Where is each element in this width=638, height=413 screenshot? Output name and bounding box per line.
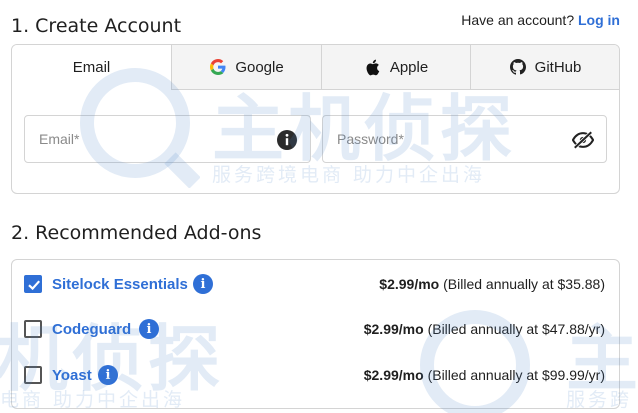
tab-email-label: Email xyxy=(72,59,111,76)
tab-github-label: GitHub xyxy=(534,58,582,76)
price-value: $2.99/mo xyxy=(363,321,424,337)
list-item: Yoast i $2.99/mo (Billed annually at $99… xyxy=(12,360,619,390)
tab-google[interactable]: Google xyxy=(171,45,321,90)
tab-apple-label: Apple xyxy=(389,58,429,76)
email-input[interactable] xyxy=(39,131,239,147)
have-account-prompt: Have an account? Log in xyxy=(461,12,620,28)
apple-icon xyxy=(364,58,382,76)
codeguard-price: $2.99/mo (Billed annually at $47.88/yr) xyxy=(364,321,605,337)
billing-note: (Billed annually at $35.88) xyxy=(443,276,605,292)
info-icon[interactable]: i xyxy=(139,319,159,339)
eye-off-icon[interactable] xyxy=(572,129,594,151)
codeguard-checkbox[interactable] xyxy=(24,320,42,338)
google-icon xyxy=(209,58,227,76)
tab-email[interactable]: Email xyxy=(12,45,171,90)
tab-google-label: Google xyxy=(235,58,284,76)
tab-apple[interactable]: Apple xyxy=(321,45,470,90)
password-input[interactable] xyxy=(337,131,537,147)
codeguard-label[interactable]: Codeguard xyxy=(52,321,131,338)
yoast-checkbox[interactable] xyxy=(24,366,42,384)
email-field[interactable] xyxy=(24,115,311,163)
list-item: Codeguard i $2.99/mo (Billed annually at… xyxy=(12,314,619,344)
password-field[interactable] xyxy=(322,115,607,163)
yoast-label[interactable]: Yoast xyxy=(52,367,92,384)
tab-github[interactable]: GitHub xyxy=(470,45,619,90)
addons-panel: Sitelock Essentials i $2.99/mo (Billed a… xyxy=(11,259,620,409)
sitelock-checkbox[interactable] xyxy=(24,275,42,293)
info-icon[interactable]: i xyxy=(98,365,118,385)
list-item: Sitelock Essentials i $2.99/mo (Billed a… xyxy=(12,269,619,299)
yoast-price: $2.99/mo (Billed annually at $99.99/yr) xyxy=(364,367,605,383)
billing-note: (Billed annually at $47.88/yr) xyxy=(427,321,605,337)
sitelock-price: $2.99/mo (Billed annually at $35.88) xyxy=(379,276,605,292)
login-link[interactable]: Log in xyxy=(578,12,620,28)
create-account-heading: 1. Create Account xyxy=(11,15,182,37)
have-account-text: Have an account? xyxy=(461,12,575,28)
github-icon xyxy=(509,58,527,76)
create-account-panel: Email Google Apple GitHub Email* xyxy=(11,44,620,194)
addons-heading: 2. Recommended Add-ons xyxy=(11,222,262,244)
info-icon[interactable] xyxy=(276,129,298,151)
info-icon[interactable]: i xyxy=(193,274,213,294)
sitelock-label[interactable]: Sitelock Essentials xyxy=(52,276,188,293)
price-value: $2.99/mo xyxy=(363,367,424,383)
signup-method-tabs: Email Google Apple GitHub xyxy=(12,45,619,90)
billing-note: (Billed annually at $99.99/yr) xyxy=(427,367,605,383)
price-value: $2.99/mo xyxy=(379,276,440,292)
